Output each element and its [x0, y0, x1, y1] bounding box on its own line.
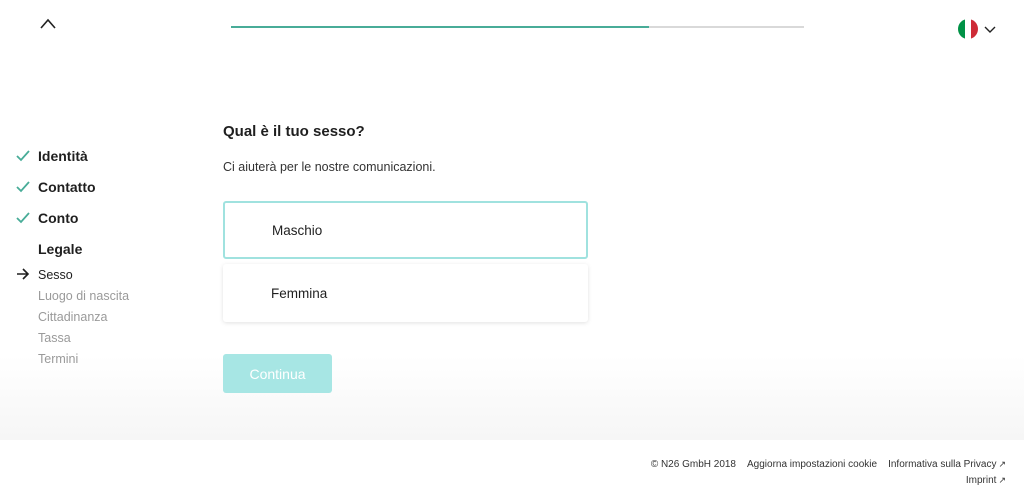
step-label: Conto [38, 209, 79, 226]
question-title: Qual è il tuo sesso? [223, 123, 365, 140]
main-content: Identità Contatto Conto Legale Sesso Luo… [0, 56, 1024, 440]
substep-cittadinanza: Cittadinanza [16, 306, 129, 327]
substep-label: Sesso [38, 267, 73, 282]
copyright: © N26 GmbH 2018 [650, 459, 736, 470]
cookie-settings-link[interactable]: Aggiorna impostazioni cookie [747, 459, 877, 470]
privacy-link-wrap[interactable]: Informativa sulla Privacy ↗ [888, 459, 1006, 470]
step-conto: Conto [16, 202, 129, 233]
footer: © N26 GmbH 2018 Aggiorna impostazioni co… [0, 440, 1024, 494]
substep-label: Termini [38, 351, 79, 366]
chevron-up-icon[interactable] [38, 14, 58, 34]
step-contatto: Contatto [16, 171, 129, 202]
italy-flag-icon [958, 19, 978, 39]
question-subtitle: Ci aiuterà per le nostre comunicazioni. [223, 160, 436, 174]
option-femmina[interactable]: Femmina [223, 264, 588, 322]
privacy-link[interactable]: Informativa sulla Privacy [888, 459, 996, 470]
step-legale: Legale [16, 233, 129, 264]
substep-label: Tassa [38, 330, 71, 345]
substep-tassa: Tassa [16, 327, 129, 348]
language-selector[interactable] [958, 19, 996, 39]
step-label: Contatto [38, 178, 96, 195]
checkmark-icon [16, 211, 38, 224]
step-label: Identità [38, 147, 88, 164]
gender-form: Qual è il tuo sesso? Ci aiuterà per le n… [223, 123, 588, 393]
imprint-link-wrap[interactable]: Imprint ↗ [966, 475, 1006, 486]
checkmark-icon [16, 149, 38, 162]
external-link-icon: ↗ [998, 475, 1006, 485]
substep-sesso: Sesso [16, 264, 129, 285]
progress-bar [231, 26, 804, 28]
option-maschio[interactable]: Maschio [223, 201, 588, 259]
imprint-link[interactable]: Imprint [966, 475, 997, 486]
checkmark-icon [16, 180, 38, 193]
arrow-right-icon [16, 268, 30, 283]
substep-luogo-di-nascita: Luogo di nascita [16, 285, 129, 306]
footer-links: © N26 GmbH 2018 Aggiorna impostazioni co… [651, 459, 1006, 470]
step-navigation: Identità Contatto Conto Legale Sesso Luo… [16, 140, 129, 369]
continue-button[interactable]: Continua [223, 354, 332, 393]
step-identita: Identità [16, 140, 129, 171]
substep-label: Luogo di nascita [38, 288, 130, 303]
top-bar [0, 0, 1024, 56]
substep-label: Cittadinanza [38, 309, 108, 324]
step-label: Legale [38, 240, 83, 257]
progress-bar-fill [231, 26, 650, 28]
substep-termini: Termini [16, 348, 129, 369]
chevron-down-icon [984, 26, 996, 33]
external-link-icon: ↗ [998, 459, 1006, 469]
